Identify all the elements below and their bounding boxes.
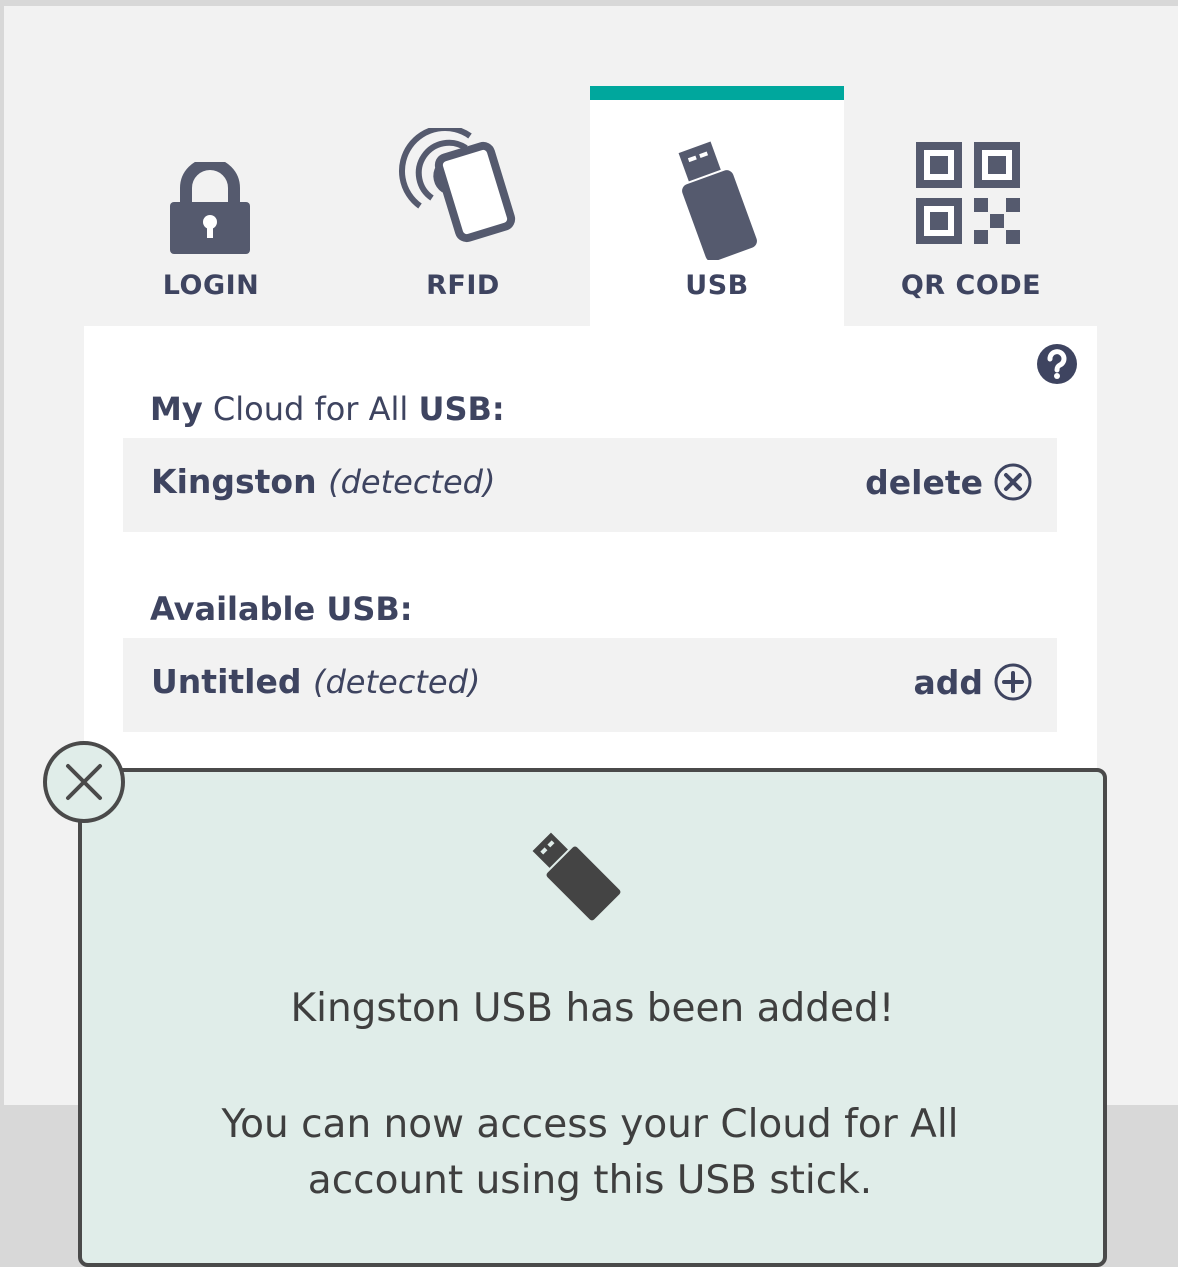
tab-login[interactable]: LOGIN xyxy=(84,86,338,326)
usb-stick-icon xyxy=(532,832,621,921)
circle-plus-icon xyxy=(994,663,1032,701)
help-icon[interactable] xyxy=(1036,343,1078,385)
tab-usb[interactable]: USB xyxy=(590,86,844,326)
usb-name: Kingston (detected) xyxy=(151,462,496,501)
my-usb-label: My Cloud for All USB: xyxy=(150,390,505,428)
usb-status: (detected) xyxy=(312,663,481,701)
dialog-title: Kingston USB has been added! xyxy=(290,986,895,1031)
close-icon[interactable] xyxy=(42,740,126,824)
tab-qr-code[interactable]: QR CODE xyxy=(844,86,1098,326)
usb-name: Untitled (detected) xyxy=(151,662,481,701)
add-usb-button[interactable]: add xyxy=(913,662,1033,702)
usb-stick-icon xyxy=(678,141,757,260)
my-usb-row-kingston: Kingston (detected) delete xyxy=(123,438,1057,532)
usb-status: (detected) xyxy=(328,463,496,501)
available-usb-label: Available USB: xyxy=(150,590,413,628)
qr-code-icon xyxy=(916,142,1020,244)
lock-icon xyxy=(170,162,250,254)
tab-qr-code-label: QR CODE xyxy=(900,270,1042,301)
circle-x-icon xyxy=(994,463,1032,501)
tab-rfid-label: RFID xyxy=(426,270,500,301)
active-tab-indicator xyxy=(590,86,844,100)
available-usb-row-untitled: Untitled (detected) add xyxy=(123,638,1057,732)
dialog-message: You can now access your Cloud for All ac… xyxy=(221,1102,959,1203)
tab-rfid[interactable]: RFID xyxy=(336,86,590,326)
tab-usb-label: USB xyxy=(685,270,749,301)
rfid-card-icon xyxy=(399,128,516,243)
tab-login-label: LOGIN xyxy=(162,270,260,301)
delete-usb-button[interactable]: delete xyxy=(865,462,1033,502)
